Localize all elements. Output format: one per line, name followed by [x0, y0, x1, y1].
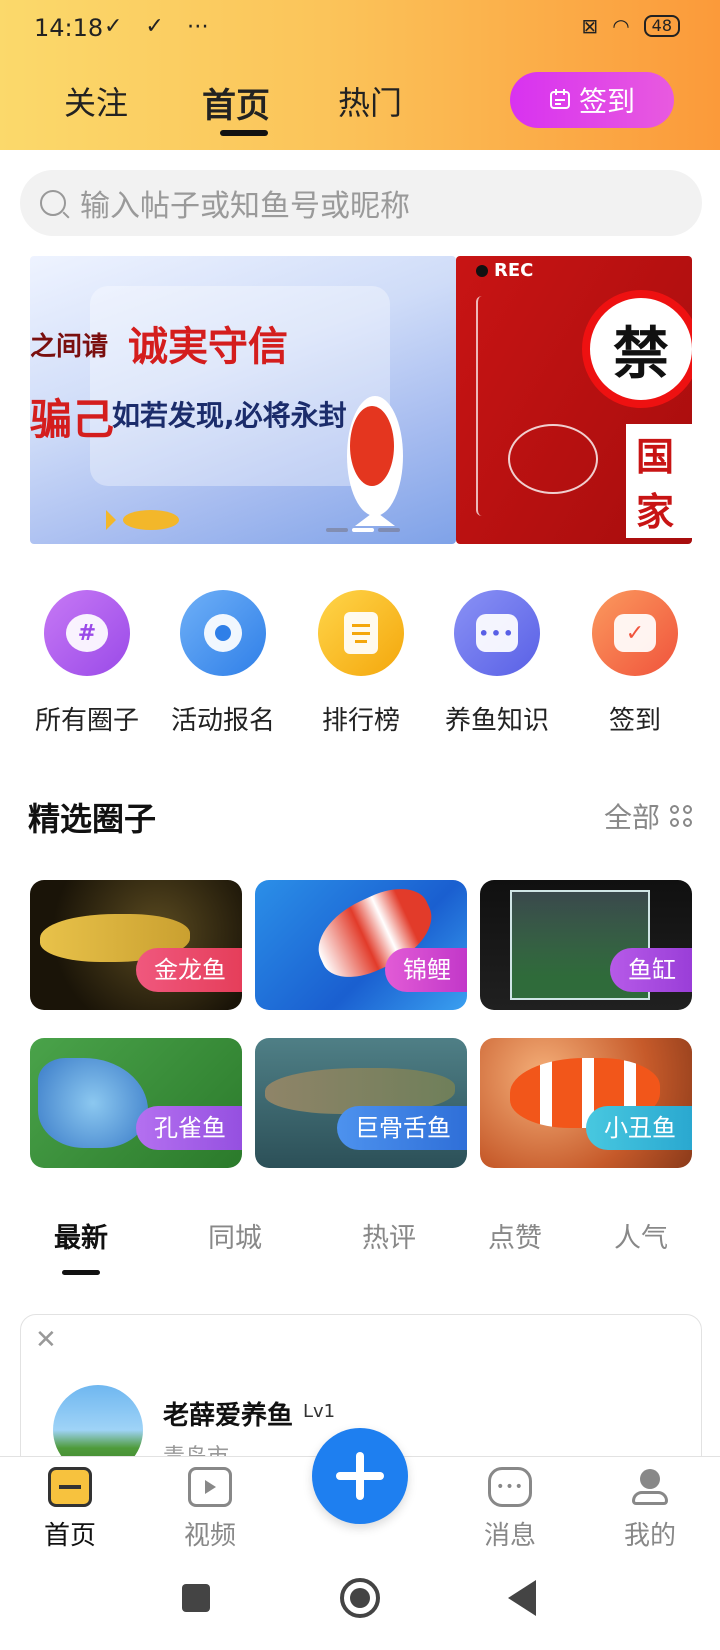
nav-label: 我的	[623, 1521, 676, 1551]
quick-entries: # 所有圈子 活动报名 排行榜 ••• 养鱼知识 ✓ 签到	[0, 590, 720, 740]
hashtag-chat-icon: #	[44, 590, 130, 676]
circle-card-guppy[interactable]: 孔雀鱼	[30, 1038, 242, 1168]
app-header: 14:18 ✓ ✓ ⋯ ⊠ ◠ 48 关注 首页 热门 签到	[0, 0, 720, 150]
circle-tag: 巨骨舌鱼	[337, 1106, 467, 1150]
create-post-button[interactable]	[312, 1428, 408, 1524]
tab-follow[interactable]: 关注	[64, 78, 128, 124]
view-all-link[interactable]: 全部	[604, 796, 692, 836]
banner-slide-1[interactable]: 之间请 诚実守信 骗己 如若发现,必将永封	[30, 256, 456, 544]
turtle-image	[508, 424, 598, 494]
nav-messages[interactable]: ••• 消息	[460, 1467, 560, 1552]
video-icon	[188, 1467, 232, 1507]
recent-apps-button[interactable]	[182, 1584, 210, 1612]
feed-tab-indicator	[62, 1270, 100, 1275]
nav-label: 视频	[183, 1521, 236, 1551]
banner-text-3: 骗己	[30, 395, 115, 444]
banner-indicator	[326, 528, 400, 532]
nav-label: 消息	[483, 1521, 536, 1551]
entry-fish-knowledge[interactable]: ••• 养鱼知识	[432, 590, 562, 737]
message-icon: •••	[488, 1467, 532, 1507]
feed-tab-hot-comments[interactable]: 热评	[362, 1216, 416, 1255]
webcam-icon	[180, 590, 266, 676]
tab-active-indicator	[220, 130, 268, 136]
message-icon: •••	[454, 590, 540, 676]
calendar-icon	[549, 84, 571, 117]
search-bar[interactable]: 输入帖子或知鱼号或昵称	[20, 170, 702, 236]
circle-tag: 孔雀鱼	[136, 1106, 242, 1150]
entry-checkin[interactable]: ✓ 签到	[570, 590, 700, 737]
home-icon	[48, 1467, 92, 1507]
banner2-text: 国家	[626, 424, 692, 538]
entry-activity-signup[interactable]: 活动报名	[158, 590, 288, 737]
entry-label: 签到	[608, 706, 661, 736]
circle-tag: 锦鲤	[385, 948, 467, 992]
post-username[interactable]: 老薛爱养鱼	[163, 1395, 293, 1432]
feed-tab-popular[interactable]: 人气	[614, 1216, 668, 1255]
section-title: 精选圈子	[28, 800, 157, 838]
viewfinder-frame	[476, 296, 506, 516]
entry-all-circles[interactable]: # 所有圈子	[22, 590, 152, 737]
banner-text-4: 如若发现,必将永封	[112, 399, 347, 432]
circle-card-arowana[interactable]: 金龙鱼	[30, 880, 242, 1010]
banner-text-1: 之间请	[30, 332, 109, 362]
back-button[interactable]	[508, 1580, 536, 1616]
status-right: ⊠ ◠ 48	[581, 14, 680, 38]
nav-profile[interactable]: 我的	[600, 1467, 700, 1552]
close-icon[interactable]: ✕	[35, 1325, 57, 1355]
prohibited-sign: 禁	[582, 290, 692, 408]
banner-slide-2[interactable]: REC 禁 国家	[456, 256, 692, 544]
status-bar: 14:18 ✓ ✓ ⋯ ⊠ ◠ 48	[0, 0, 720, 56]
sim-icon: ⊠	[581, 14, 599, 38]
circle-card-arapaima[interactable]: 巨骨舌鱼	[255, 1038, 467, 1168]
tab-home[interactable]: 首页	[202, 78, 270, 127]
circle-card-koi[interactable]: 锦鲤	[255, 880, 467, 1010]
profile-icon	[628, 1467, 672, 1507]
entry-leaderboard[interactable]: 排行榜	[296, 590, 426, 737]
rec-label: REC	[476, 260, 533, 281]
feed-tab-local[interactable]: 同城	[208, 1216, 262, 1255]
koi-fish-image	[347, 396, 403, 526]
circle-card-clownfish[interactable]: 小丑鱼	[480, 1038, 692, 1168]
search-icon	[40, 190, 66, 216]
entry-label: 养鱼知识	[444, 706, 549, 736]
entry-label: 所有圈子	[34, 706, 139, 736]
entry-label: 排行榜	[321, 706, 400, 736]
home-button[interactable]	[340, 1578, 380, 1618]
tab-hot[interactable]: 热门	[338, 78, 402, 124]
circle-tag: 金龙鱼	[136, 948, 242, 992]
calendar-check-icon: ✓	[592, 590, 678, 676]
view-all-label: 全部	[603, 801, 660, 834]
banner-text-2: 诚実守信	[128, 324, 288, 370]
checkin-button[interactable]: 签到	[510, 72, 674, 128]
nav-label: 首页	[43, 1521, 96, 1551]
wifi-icon: ◠	[612, 14, 630, 38]
circle-card-aquarium[interactable]: 鱼缸	[480, 880, 692, 1010]
feed-tab-latest[interactable]: 最新	[54, 1216, 108, 1255]
circle-tag: 小丑鱼	[586, 1106, 692, 1150]
system-nav-bar	[0, 1560, 720, 1650]
status-time: 14:18	[34, 14, 104, 42]
document-icon	[318, 590, 404, 676]
circle-tag: 鱼缸	[610, 948, 692, 992]
goldfish-image	[106, 510, 179, 530]
grid-icon	[670, 805, 692, 827]
guppy-image	[38, 1058, 148, 1148]
user-level: Lv1	[303, 1401, 336, 1422]
battery-icon: 48	[643, 15, 680, 37]
nav-home[interactable]: 首页	[20, 1467, 120, 1552]
notification-icons: ✓ ✓ ⋯	[104, 14, 217, 39]
checkin-label: 签到	[578, 85, 635, 118]
feed-tabs: 最新 同城 热评 点赞 人气	[0, 1216, 720, 1276]
entry-label: 活动报名	[170, 706, 275, 736]
feed-tab-likes[interactable]: 点赞	[488, 1216, 542, 1255]
nav-video[interactable]: 视频	[160, 1467, 260, 1552]
search-placeholder: 输入帖子或知鱼号或昵称	[80, 189, 410, 224]
